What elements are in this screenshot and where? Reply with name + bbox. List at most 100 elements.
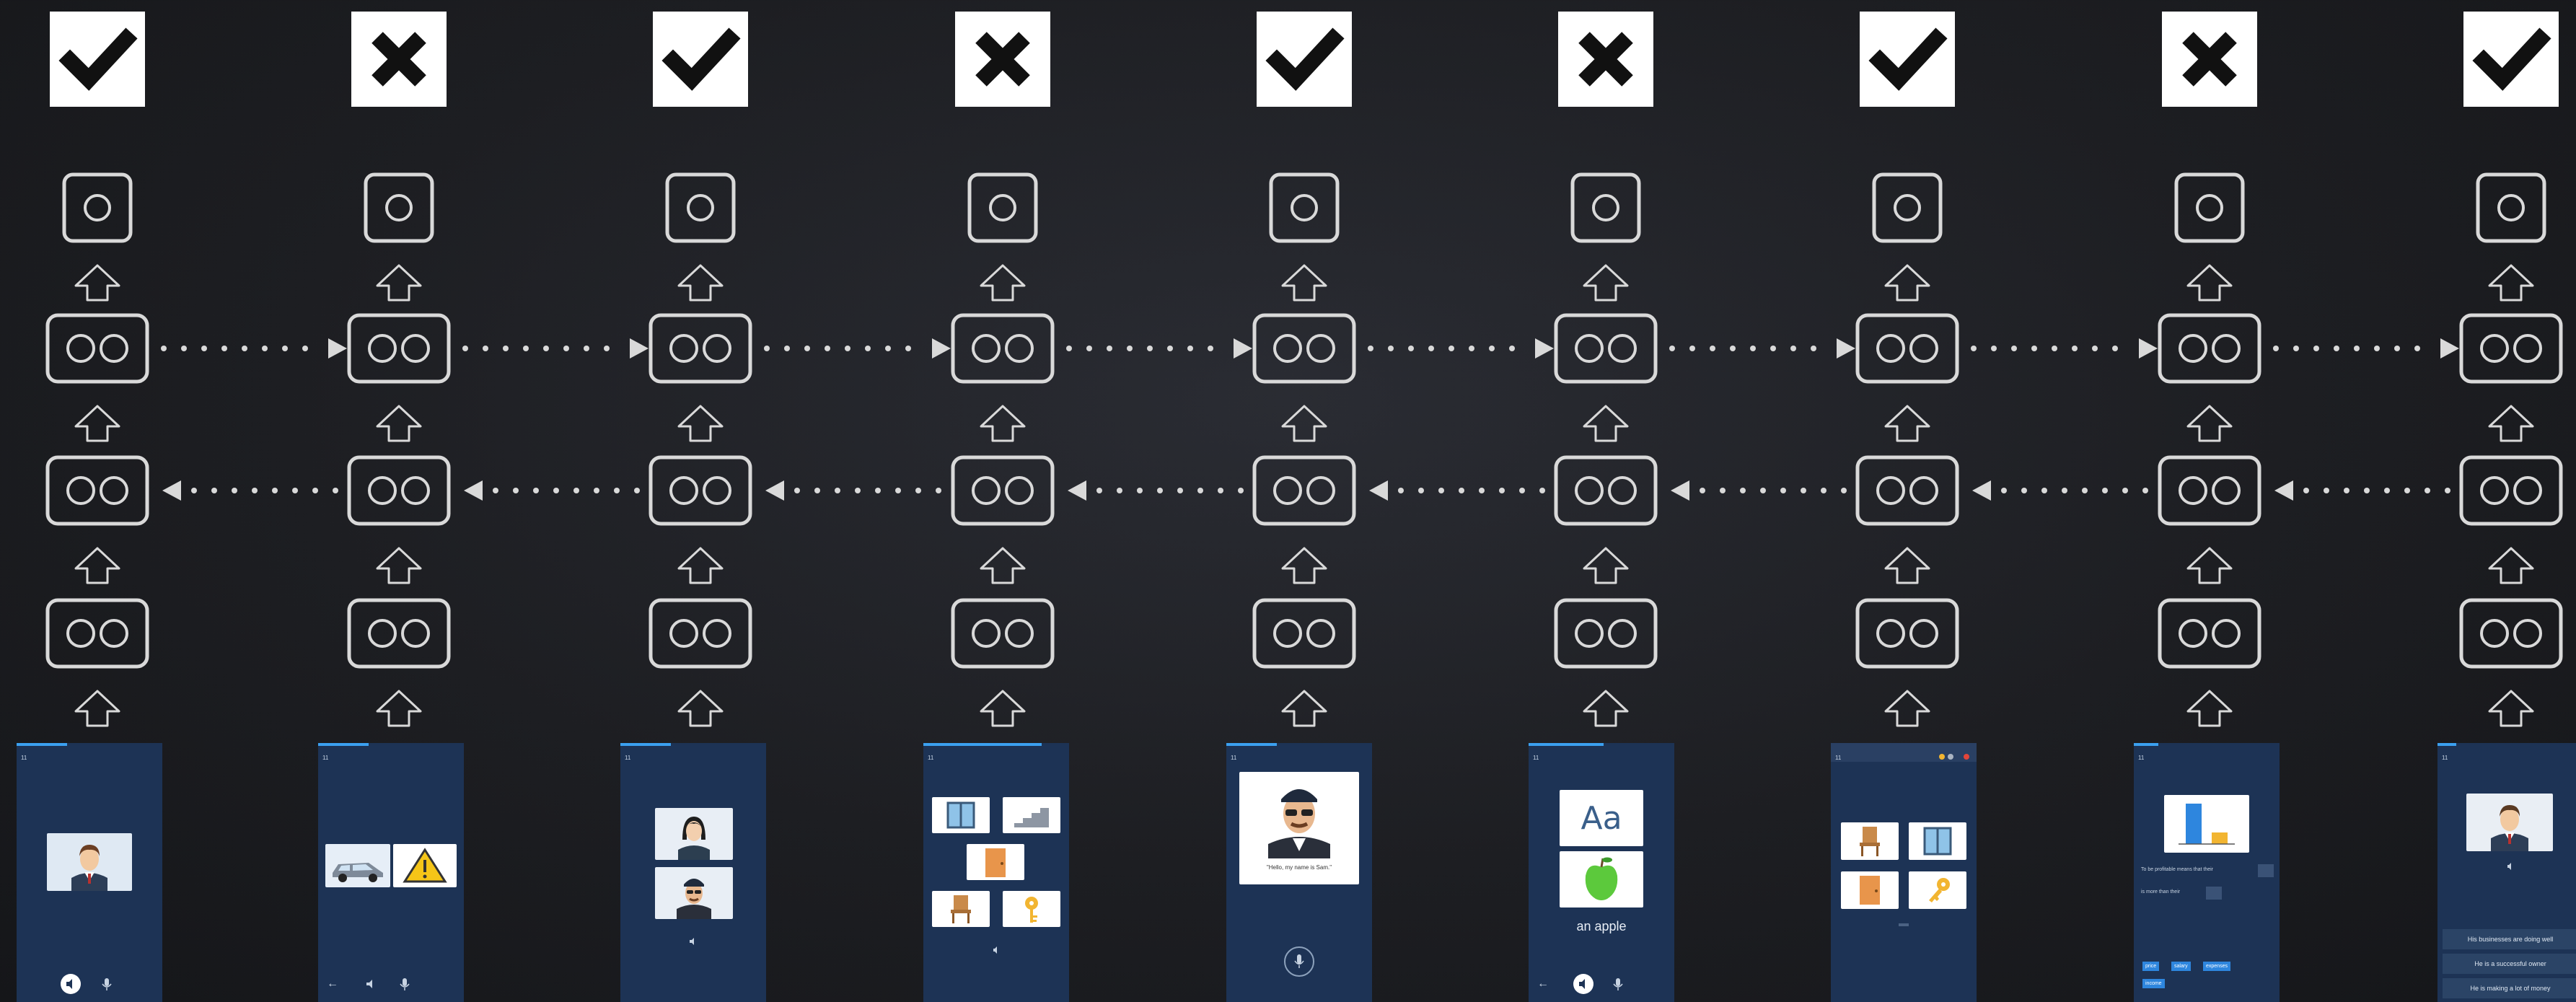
- forward-recurrent-arrow: [764, 338, 951, 359]
- hidden-unit-icon: [45, 598, 149, 669]
- checkmark-icon: [2463, 12, 2559, 107]
- up-arrow-icon: [677, 547, 724, 584]
- hidden-unit-icon: [2158, 313, 2261, 384]
- chair-image: [932, 891, 990, 927]
- up-arrow-icon: [677, 264, 724, 302]
- divider: [1899, 923, 1909, 926]
- answer-choice-2[interactable]: He is a successful owner: [2443, 954, 2576, 974]
- hidden-unit-icon: [347, 313, 451, 384]
- rnn-diagram: [45, 12, 2563, 727]
- backward-recurrent-arrow: [1068, 480, 1244, 501]
- backward-recurrent-arrow: [1369, 480, 1545, 501]
- progress-bar: [620, 743, 671, 746]
- blank-slot[interactable]: [2258, 864, 2274, 877]
- hidden-unit-icon: [1855, 455, 1959, 526]
- hidden-unit-icon: [45, 313, 149, 384]
- option-salary[interactable]: salary: [2171, 962, 2191, 971]
- caption-text: an apple: [1576, 919, 1627, 933]
- warning-sign-image: [393, 844, 457, 887]
- up-arrow-icon: [2488, 690, 2534, 727]
- hidden-unit-icon: [951, 313, 1055, 384]
- speaker-icon[interactable]: [991, 945, 1001, 955]
- up-arrow-icon: [376, 547, 422, 584]
- window-image: [932, 797, 990, 833]
- output-unit-icon: [967, 172, 1038, 243]
- up-arrow-icon: [1884, 690, 1930, 727]
- option-expenses[interactable]: expenses: [2203, 962, 2230, 971]
- up-arrow-icon: [980, 690, 1026, 727]
- hidden-unit-icon: [1554, 313, 1658, 384]
- speaker-icon[interactable]: [2505, 861, 2515, 871]
- up-arrow-icon: [980, 405, 1026, 442]
- blank-slot[interactable]: [2206, 887, 2222, 900]
- output-unit-icon: [1872, 172, 1943, 243]
- back-arrow-icon[interactable]: ←: [327, 977, 341, 992]
- up-arrow-icon: [1583, 405, 1629, 442]
- phone-screen-2: 11 ←: [318, 743, 464, 1002]
- microphone-icon[interactable]: [1609, 975, 1627, 993]
- backward-recurrent-arrow: [765, 480, 941, 501]
- hidden-unit-icon: [1252, 313, 1356, 384]
- up-arrow-icon: [1281, 264, 1327, 302]
- person-image: [47, 833, 132, 891]
- backward-recurrent-arrow: [1671, 480, 1847, 501]
- x-mark-icon: [955, 12, 1050, 107]
- heart-icon: [1964, 754, 1969, 760]
- up-arrow-icon: [2186, 405, 2233, 442]
- forward-recurrent-arrow: [462, 338, 649, 359]
- status-time: 11: [625, 755, 631, 761]
- speaker-button[interactable]: [1573, 974, 1593, 994]
- pilot-speech-card: "Hello, my name is Sam.": [1239, 772, 1359, 884]
- door-image: [967, 844, 1024, 880]
- up-arrow-icon: [1884, 547, 1930, 584]
- woman-image: [655, 808, 733, 860]
- hidden-unit-icon: [2158, 598, 2261, 669]
- backward-recurrent-arrow: [162, 480, 338, 501]
- checkmark-icon: [1860, 12, 1955, 107]
- up-arrow-icon: [376, 405, 422, 442]
- option-income[interactable]: income: [2142, 979, 2165, 988]
- microphone-icon[interactable]: [396, 975, 413, 993]
- up-arrow-icon: [2488, 264, 2534, 302]
- phone-screen-8: 11 To be profitable means that their is …: [2134, 743, 2280, 1002]
- up-arrow-icon: [1281, 690, 1327, 727]
- hidden-unit-icon: [1252, 598, 1356, 669]
- forward-recurrent-arrow: [2273, 338, 2459, 359]
- answer-choice-1[interactable]: His businesses are doing well: [2443, 929, 2576, 949]
- up-arrow-icon: [1281, 405, 1327, 442]
- hidden-unit-icon: [649, 455, 752, 526]
- speaker-icon[interactable]: [687, 935, 700, 948]
- up-arrow-icon: [677, 405, 724, 442]
- progress-bar: [1226, 743, 1277, 746]
- forward-recurrent-arrow: [161, 338, 347, 359]
- apple-image: [1560, 851, 1643, 907]
- up-arrow-icon: [980, 264, 1026, 302]
- speaker-button[interactable]: [61, 974, 81, 994]
- status-time: 11: [322, 755, 329, 761]
- up-arrow-icon: [2186, 547, 2233, 584]
- up-arrow-icon: [2186, 690, 2233, 727]
- status-time: 11: [1835, 755, 1842, 761]
- up-arrow-icon: [74, 405, 120, 442]
- phone-screen-3: 11: [620, 743, 766, 1002]
- hidden-unit-icon: [1855, 313, 1959, 384]
- back-arrow-icon[interactable]: ←: [1537, 977, 1552, 992]
- answer-choice-3[interactable]: He is making a lot of money: [2443, 978, 2576, 998]
- speaker-icon[interactable]: [363, 975, 380, 993]
- progress-bar: [2437, 743, 2456, 746]
- hidden-unit-icon: [1554, 455, 1658, 526]
- key-image: [1003, 891, 1060, 927]
- phone-screen-6: 11 Aa an apple ←: [1529, 743, 1674, 1002]
- up-arrow-icon: [74, 547, 120, 584]
- option-price[interactable]: price: [2142, 962, 2160, 971]
- forward-recurrent-arrow: [1368, 338, 1554, 359]
- output-unit-icon: [2174, 172, 2245, 243]
- forward-recurrent-arrow: [1971, 338, 2158, 359]
- checkmark-icon: [653, 12, 748, 107]
- up-arrow-icon: [677, 690, 724, 727]
- microphone-icon[interactable]: [98, 975, 115, 993]
- hidden-unit-icon: [2158, 455, 2261, 526]
- output-unit-icon: [1269, 172, 1340, 243]
- forward-recurrent-arrow: [1066, 338, 1252, 359]
- microphone-button[interactable]: [1284, 946, 1314, 977]
